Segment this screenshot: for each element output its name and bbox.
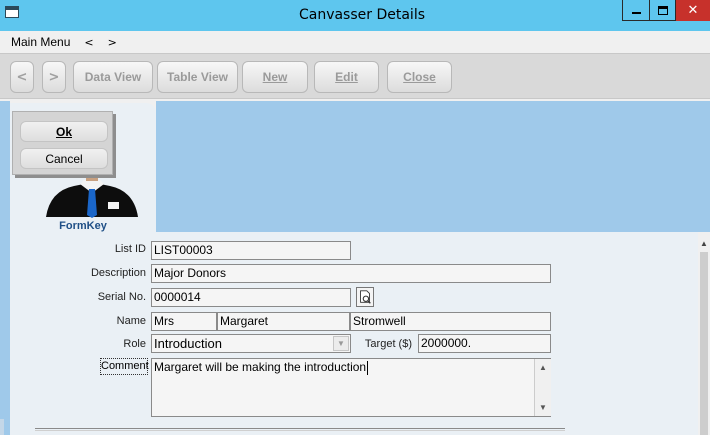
name-last-field[interactable]: Stromwell bbox=[350, 312, 551, 331]
header-banner bbox=[156, 101, 710, 232]
left-strip bbox=[0, 101, 10, 435]
minimize-button[interactable] bbox=[622, 0, 649, 21]
title-bar: Canvasser Details ✕ bbox=[0, 0, 710, 31]
edit-button[interactable]: Edit bbox=[314, 61, 379, 93]
window-title: Canvasser Details bbox=[298, 7, 426, 23]
toolbar: < > Data View Table View New Edit Close bbox=[0, 53, 710, 99]
target-field[interactable]: 2000000. bbox=[418, 334, 551, 353]
list-id-field[interactable]: LIST00003 bbox=[151, 241, 351, 260]
maximize-button[interactable] bbox=[649, 0, 676, 21]
left-strip-marker bbox=[0, 419, 4, 435]
avatar-icon bbox=[46, 171, 138, 218]
maximize-icon bbox=[657, 5, 668, 15]
description-label: Description bbox=[90, 267, 146, 279]
close-button[interactable]: Close bbox=[387, 61, 452, 93]
scroll-down-icon[interactable]: ▼ bbox=[535, 400, 551, 415]
serial-lookup-icon[interactable] bbox=[356, 287, 374, 307]
scroll-up-icon[interactable]: ▲ bbox=[535, 360, 551, 375]
description-field[interactable]: Major Donors bbox=[151, 264, 551, 283]
form-scrollbar[interactable]: ▲ bbox=[698, 232, 710, 435]
scrollbar-thumb[interactable] bbox=[700, 252, 708, 435]
ok-button[interactable]: Ok bbox=[20, 121, 108, 142]
text-caret bbox=[367, 360, 369, 375]
role-label: Role bbox=[123, 338, 146, 350]
data-view-button[interactable]: Data View bbox=[73, 61, 153, 93]
list-id-label: List ID bbox=[114, 243, 146, 255]
name-label: Name bbox=[116, 315, 146, 327]
main-menu[interactable]: Main Menu bbox=[11, 35, 70, 49]
close-icon: ✕ bbox=[687, 3, 699, 18]
serial-no-field[interactable]: 0000014 bbox=[151, 288, 351, 307]
menu-bar: Main Menu < > bbox=[0, 31, 710, 53]
back-button[interactable]: < bbox=[10, 61, 34, 93]
cancel-button[interactable]: Cancel bbox=[20, 148, 108, 169]
formkey-label: FormKey bbox=[59, 220, 107, 232]
forward-button[interactable]: > bbox=[42, 61, 66, 93]
forward-arrow-icon: > bbox=[48, 69, 60, 85]
name-title-field[interactable]: Mrs bbox=[151, 312, 217, 331]
comment-text: Margaret will be making the introduction bbox=[154, 360, 367, 374]
ok-label: Ok bbox=[55, 124, 72, 139]
menu-back-arrow[interactable]: < bbox=[84, 36, 93, 49]
menu-forward-arrow[interactable]: > bbox=[108, 36, 117, 49]
role-select[interactable]: Introduction bbox=[151, 334, 351, 353]
form-divider bbox=[35, 428, 565, 431]
comment-scrollbar[interactable]: ▲ ▼ bbox=[534, 359, 551, 416]
target-label: Target ($) bbox=[364, 338, 412, 350]
close-window-button[interactable]: ✕ bbox=[676, 0, 710, 21]
name-first-field[interactable]: Margaret bbox=[217, 312, 350, 331]
confirm-panel: Ok Cancel bbox=[12, 111, 113, 175]
scroll-up-icon[interactable]: ▲ bbox=[698, 236, 710, 250]
back-arrow-icon: < bbox=[16, 69, 28, 85]
new-button[interactable]: New bbox=[242, 61, 308, 93]
serial-no-label: Serial No. bbox=[97, 291, 146, 303]
table-view-button[interactable]: Table View bbox=[157, 61, 238, 93]
minimize-icon bbox=[631, 12, 641, 14]
comment-label: Comment bbox=[100, 358, 149, 375]
comment-textarea[interactable]: Margaret will be making the introduction bbox=[151, 358, 551, 417]
